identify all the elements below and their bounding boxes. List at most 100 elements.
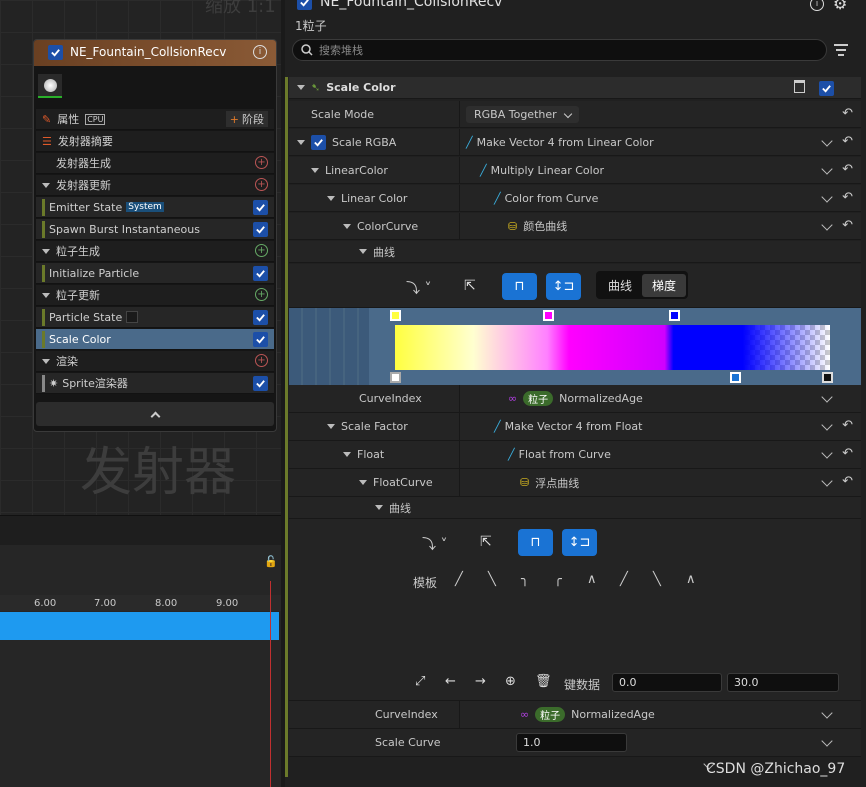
enable-checkbox[interactable] — [253, 310, 268, 325]
chevron-down-icon[interactable] — [297, 139, 305, 145]
gradient-bar[interactable] — [395, 325, 830, 370]
view-mode-toggle[interactable]: 曲线 梯度 — [596, 271, 688, 299]
tangent-dropdown[interactable]: ⤵ ˅ — [406, 278, 431, 298]
properties-row[interactable]: ✎ 属性 CPU + 阶段 — [36, 109, 274, 130]
property-value[interactable]: ∞ 粒子 NormalizedAge — [459, 385, 643, 412]
add-module-icon[interactable]: + — [255, 244, 268, 257]
template-preset-icon[interactable]: ╲ — [488, 572, 496, 587]
emitter-enable-checkbox[interactable] — [297, 0, 312, 10]
module-enable-checkbox[interactable] — [819, 81, 834, 96]
alpha-stop-end[interactable] — [822, 372, 833, 383]
reset-icon[interactable]: ↶ — [842, 134, 853, 149]
scale-mode-dropdown[interactable]: RGBA Together — [466, 105, 579, 123]
property-value[interactable]: ⛁ 颜色曲线 — [459, 213, 567, 239]
search-input[interactable]: 搜索堆栈 — [292, 39, 827, 61]
node-enable-checkbox[interactable] — [48, 45, 63, 60]
filter-icon[interactable] — [834, 44, 848, 56]
colorcurve-row[interactable]: ColorCurve ⛁ 颜色曲线 ↶ — [289, 213, 861, 240]
chevron-down-icon[interactable] — [821, 391, 833, 403]
add-module-icon[interactable]: + — [255, 354, 268, 367]
property-value[interactable]: ╱ Float from Curve — [459, 441, 611, 468]
property-value[interactable]: ∞ 粒子 NormalizedAge — [459, 701, 655, 728]
stage-button[interactable]: + 阶段 — [225, 111, 268, 127]
snap-value-button[interactable]: ↕⊐ — [546, 273, 581, 300]
key-value-input[interactable]: 30.0 — [727, 673, 839, 692]
color-stop-blue[interactable] — [669, 310, 680, 321]
property-value[interactable]: ⛁ 浮点曲线 — [459, 469, 579, 496]
module-header[interactable]: ➷ Scale Color — [289, 77, 861, 99]
node-row-4[interactable]: 粒子生成 + — [36, 241, 274, 262]
curveindex-row[interactable]: CurveIndex ∞ 粒子 NormalizedAge — [289, 385, 861, 413]
property-value[interactable]: ╱ Make Vector 4 from Linear Color — [459, 129, 654, 155]
playhead[interactable] — [270, 581, 271, 787]
snap-time-button[interactable]: ⊓ — [502, 273, 537, 300]
reset-icon[interactable]: ↶ — [842, 190, 853, 205]
node-row-1[interactable]: 发射器更新 + — [36, 175, 274, 196]
emitter-thumbnail[interactable] — [38, 74, 62, 98]
chevron-down-icon[interactable] — [343, 223, 351, 229]
chevron-down-icon[interactable] — [821, 162, 833, 175]
scale-factor-row[interactable]: Scale Factor ╱ Make Vector 4 from Float ↶ — [289, 413, 861, 441]
chevron-down-icon[interactable] — [343, 452, 351, 457]
lock-icon[interactable]: 🔓 — [264, 555, 278, 568]
chevron-down-icon[interactable] — [311, 167, 319, 173]
color-stop-yellow[interactable] — [390, 310, 401, 321]
reset-icon[interactable]: ↶ — [842, 106, 853, 121]
open-external-icon[interactable]: ⇱ — [464, 278, 476, 294]
gear-icon[interactable]: ⚙ — [833, 0, 847, 13]
chevron-down-icon[interactable] — [821, 735, 833, 747]
node-row-5[interactable]: Initialize Particle — [36, 263, 274, 284]
enable-checkbox[interactable] — [253, 376, 268, 391]
template-preset-icon[interactable]: ∧ — [686, 572, 696, 587]
reset-icon[interactable]: ↶ — [842, 446, 853, 461]
node-header[interactable]: NE_Fountain_CollsionRecv i — [34, 40, 276, 66]
chevron-down-icon[interactable] — [821, 190, 833, 203]
reset-icon[interactable]: ↶ — [842, 162, 853, 177]
enable-checkbox[interactable] — [253, 332, 268, 347]
property-value[interactable]: ╱ Multiply Linear Color — [459, 157, 604, 183]
timeline-track-bar[interactable] — [0, 612, 279, 640]
emitter-node[interactable]: NE_Fountain_CollsionRecv i ✎ 属性 CPU + 阶段 … — [33, 39, 277, 432]
color-stop-magenta[interactable] — [543, 310, 554, 321]
chevron-down-icon[interactable] — [821, 218, 833, 231]
enable-checkbox[interactable] — [253, 266, 268, 281]
chevron-down-icon[interactable] — [359, 249, 367, 254]
chevron-down-icon[interactable] — [821, 134, 833, 147]
curve2-row[interactable]: 曲线 — [289, 497, 861, 519]
add-module-icon[interactable]: + — [255, 156, 268, 169]
reset-icon[interactable]: ↶ — [842, 474, 853, 489]
enable-checkbox[interactable] — [253, 222, 268, 237]
float-row[interactable]: Float ╱ Float from Curve ↶ — [289, 441, 861, 469]
node-row-10[interactable]: ✷ Sprite渲染器 — [36, 373, 274, 394]
curve-row[interactable]: 曲线 — [289, 241, 861, 263]
scale-curve-input[interactable]: 1.0 — [516, 733, 627, 752]
add-module-icon[interactable]: + — [255, 178, 268, 191]
chevron-down-icon[interactable] — [297, 85, 305, 90]
enable-checkbox[interactable] — [311, 134, 326, 150]
delete-key-icon[interactable]: 🗑 — [535, 674, 552, 689]
node-row-7[interactable]: Particle State — [36, 307, 274, 328]
scale-mode-row[interactable]: Scale Mode RGBA Together ↶ — [289, 101, 861, 128]
property-value[interactable]: RGBA Together — [459, 101, 579, 127]
node-row-8[interactable]: Scale Color — [36, 329, 274, 350]
chevron-down-icon[interactable] — [359, 480, 367, 485]
template-preset-icon[interactable]: ╲ — [653, 572, 661, 587]
template-preset-icon[interactable]: ╮ — [521, 572, 529, 587]
chevron-down-icon[interactable] — [821, 447, 833, 459]
snap-time-button[interactable]: ⊓ — [518, 529, 553, 556]
gradient-tab[interactable]: 梯度 — [642, 273, 686, 297]
template-preset-icon[interactable]: ╭ — [554, 572, 562, 587]
prev-key-icon[interactable]: ← — [445, 674, 456, 689]
chevron-down-icon[interactable] — [821, 419, 833, 431]
enable-checkbox[interactable] — [253, 200, 268, 215]
open-external-icon[interactable]: ⇱ — [480, 534, 492, 550]
property-value[interactable]: ╱ Make Vector 4 from Float — [459, 413, 642, 440]
info-icon[interactable]: i — [810, 0, 824, 11]
curveindex2-row[interactable]: CurveIndex ∞ 粒子 NormalizedAge — [289, 701, 861, 729]
reset-icon[interactable]: ↶ — [842, 218, 853, 233]
timeline-ruler[interactable]: 6.00 7.00 8.00 9.00 — [0, 595, 281, 611]
add-module-icon[interactable]: + — [255, 288, 268, 301]
template-preset-icon[interactable]: ╱ — [620, 572, 628, 587]
next-key-icon[interactable]: → — [475, 674, 486, 689]
scale-rgba-row[interactable]: Scale RGBA ╱ Make Vector 4 from Linear Col… — [289, 129, 861, 156]
